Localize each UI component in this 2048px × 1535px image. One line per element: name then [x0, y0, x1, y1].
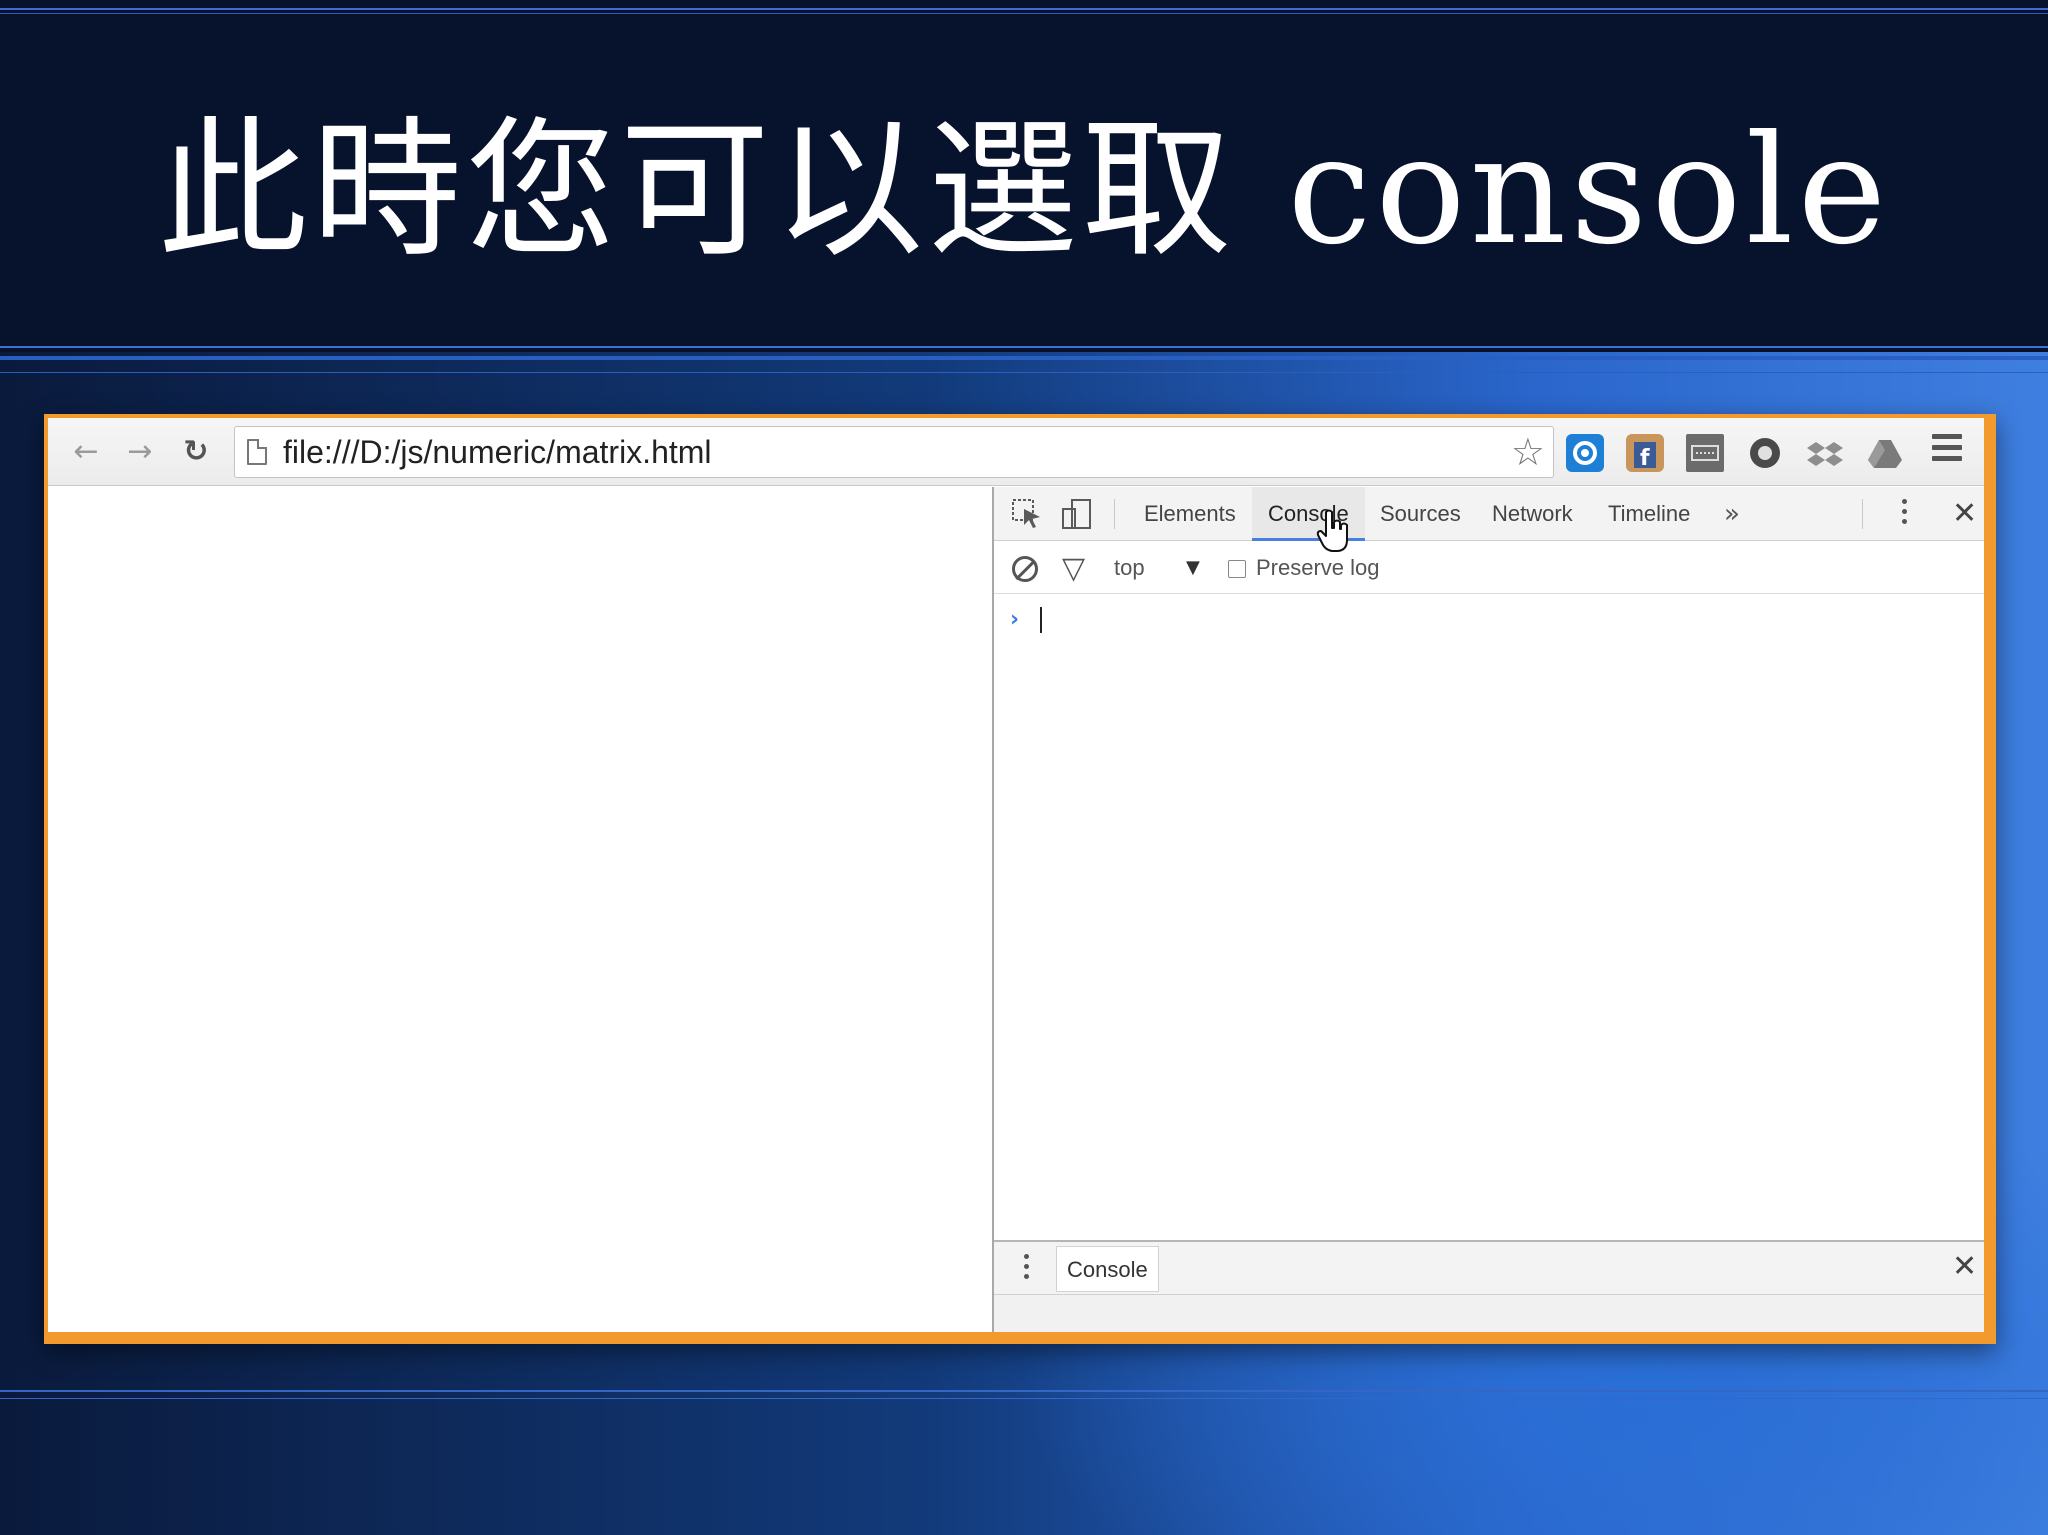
- dropbox-icon: [1807, 442, 1843, 466]
- hand-cursor-icon: [1316, 509, 1348, 552]
- preserve-log-checkbox[interactable]: [1228, 560, 1246, 578]
- devtools-panel: Elements Console Sources Network Timelin…: [992, 487, 1984, 1332]
- band-line-bottom: [0, 346, 2048, 348]
- browser-content: ← → ↻ file:///D:/js/numeric/matrix.html …: [48, 418, 1984, 1332]
- tab-network[interactable]: Network: [1476, 487, 1589, 541]
- text-caret: [1040, 607, 1042, 633]
- address-bar[interactable]: file:///D:/js/numeric/matrix.html ☆: [234, 426, 1554, 478]
- browser-window: ← → ↻ file:///D:/js/numeric/matrix.html …: [44, 414, 1996, 1344]
- drive-extension-button[interactable]: [1866, 434, 1904, 472]
- facebook-extension-button[interactable]: f: [1626, 434, 1664, 472]
- tab-sources[interactable]: Sources: [1364, 487, 1477, 541]
- reload-button[interactable]: ↻: [176, 432, 216, 472]
- arrow-left-icon: ←: [73, 434, 99, 469]
- keyboard-icon: [1691, 445, 1719, 461]
- browser-toolbar: ← → ↻ file:///D:/js/numeric/matrix.html …: [48, 418, 1984, 486]
- forward-button[interactable]: →: [120, 432, 160, 472]
- clear-console-icon[interactable]: [1012, 556, 1038, 582]
- extension-4-button[interactable]: [1746, 434, 1784, 472]
- dropbox-extension-button[interactable]: [1806, 434, 1844, 472]
- drawer-close-icon[interactable]: ✕: [1952, 1252, 1977, 1282]
- device-toolbar-button[interactable]: [1060, 497, 1094, 531]
- extension-1-button[interactable]: [1566, 434, 1604, 472]
- drive-icon: [1868, 440, 1902, 468]
- inspect-element-button[interactable]: [1010, 497, 1044, 531]
- drawer-tab-console[interactable]: Console: [1056, 1246, 1159, 1292]
- extension-1-icon: [1573, 441, 1597, 465]
- band-line-lower: [0, 356, 2048, 360]
- inspect-cursor-icon: [1012, 499, 1040, 528]
- reload-icon: ↻: [183, 434, 209, 469]
- arrow-right-icon: →: [127, 434, 153, 469]
- tab-elements[interactable]: Elements: [1128, 487, 1252, 541]
- slide-title-band: 此時您可以選取 console: [0, 0, 2048, 352]
- tab-timeline[interactable]: Timeline: [1592, 487, 1706, 541]
- hamburger-menu-icon[interactable]: [1932, 434, 1962, 470]
- filter-icon[interactable]: ▽: [1062, 554, 1085, 584]
- devtools-menu-icon[interactable]: [1902, 499, 1908, 529]
- band-line-top: [0, 8, 2048, 10]
- svg-text:f: f: [1640, 446, 1650, 471]
- star-icon: ☆: [1510, 430, 1545, 474]
- prompt-chevron-icon: ›: [1010, 607, 1020, 632]
- bookmark-star-button[interactable]: ☆: [1511, 431, 1545, 473]
- device-mode-icon: [1062, 499, 1091, 529]
- url-text[interactable]: file:///D:/js/numeric/matrix.html: [283, 427, 712, 477]
- devtools-tabbar: Elements Console Sources Network Timelin…: [994, 487, 1984, 541]
- tab-separator-right: [1862, 499, 1863, 529]
- band-line-footer: [0, 1390, 2048, 1392]
- devtools-close-icon[interactable]: ✕: [1952, 499, 1977, 529]
- band-line-top-thin: [0, 13, 2048, 14]
- tab-separator: [1114, 499, 1115, 529]
- back-button[interactable]: ←: [66, 432, 106, 472]
- console-drawer: Console ✕: [994, 1240, 1984, 1294]
- page-viewport: [48, 487, 992, 1332]
- slide-title: 此時您可以選取 console: [157, 104, 1891, 278]
- page-icon: [247, 439, 267, 465]
- context-selector[interactable]: top: [1114, 542, 1145, 594]
- context-dropdown-icon[interactable]: ▼: [1186, 542, 1200, 594]
- band-line-footer-thin: [0, 1398, 2048, 1399]
- keyboard-extension-button[interactable]: [1686, 434, 1724, 472]
- extension-4-icon: [1750, 438, 1780, 468]
- drawer-content: [994, 1294, 1984, 1332]
- console-filter-bar: ▽ top ▼ Preserve log: [994, 542, 1984, 594]
- drawer-menu-icon[interactable]: [1024, 1254, 1030, 1284]
- band-line-lower-thin: [0, 372, 2048, 373]
- more-tabs-button[interactable]: »: [1724, 487, 1740, 541]
- facebook-icon: f: [1634, 442, 1656, 471]
